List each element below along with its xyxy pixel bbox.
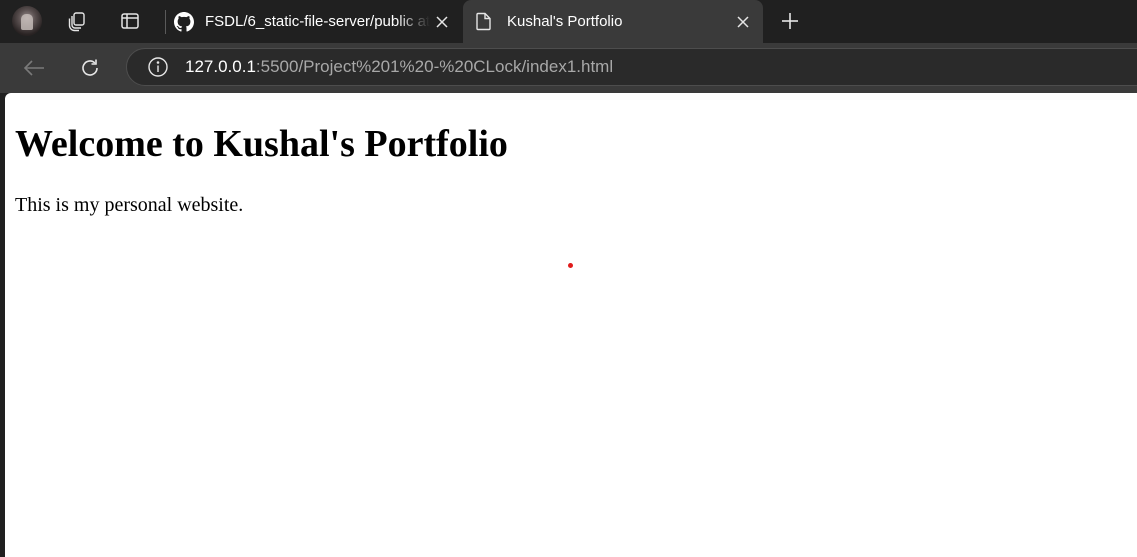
tab-portfolio[interactable]: Kushal's Portfolio xyxy=(463,0,763,43)
tab-strip: FSDL/6_static-file-server/public at Kush… xyxy=(0,0,1137,43)
close-icon[interactable] xyxy=(731,10,755,34)
reload-icon xyxy=(82,59,98,76)
plus-icon xyxy=(782,13,798,29)
workspaces-icon[interactable] xyxy=(62,6,92,36)
document-icon xyxy=(473,11,495,33)
tab-title: Kushal's Portfolio xyxy=(507,13,623,30)
toolbar: 127.0.0.1:5500/Project%201%20-%20CLock/i… xyxy=(0,43,1137,93)
github-icon xyxy=(173,11,195,33)
browser-window: FSDL/6_static-file-server/public at Kush… xyxy=(0,0,1137,557)
page-heading: Welcome to Kushal's Portfolio xyxy=(15,123,508,165)
red-dot xyxy=(568,263,573,268)
address-bar[interactable]: 127.0.0.1:5500/Project%201%20-%20CLock/i… xyxy=(126,48,1137,86)
tab-separator xyxy=(165,10,166,34)
url-text[interactable]: 127.0.0.1:5500/Project%201%20-%20CLock/i… xyxy=(185,57,613,77)
url-host: 127.0.0.1 xyxy=(185,57,256,76)
close-icon[interactable] xyxy=(430,10,454,34)
page-paragraph: This is my personal website. xyxy=(15,194,244,216)
vertical-tabs-icon[interactable] xyxy=(115,6,145,36)
tab-title: FSDL/6_static-file-server/public at xyxy=(205,13,430,30)
url-path: :5500/Project%201%20-%20CLock/index1.htm… xyxy=(255,57,614,76)
arrow-left-icon xyxy=(23,60,44,76)
page-viewport: Welcome to Kushal's Portfolio This is my… xyxy=(5,93,1137,557)
back-button[interactable] xyxy=(18,52,50,84)
tab-github[interactable]: FSDL/6_static-file-server/public at xyxy=(167,0,462,43)
profile-avatar[interactable] xyxy=(12,6,42,36)
new-tab-button[interactable] xyxy=(775,6,805,36)
reload-button[interactable] xyxy=(74,52,106,84)
info-icon[interactable] xyxy=(145,54,171,80)
